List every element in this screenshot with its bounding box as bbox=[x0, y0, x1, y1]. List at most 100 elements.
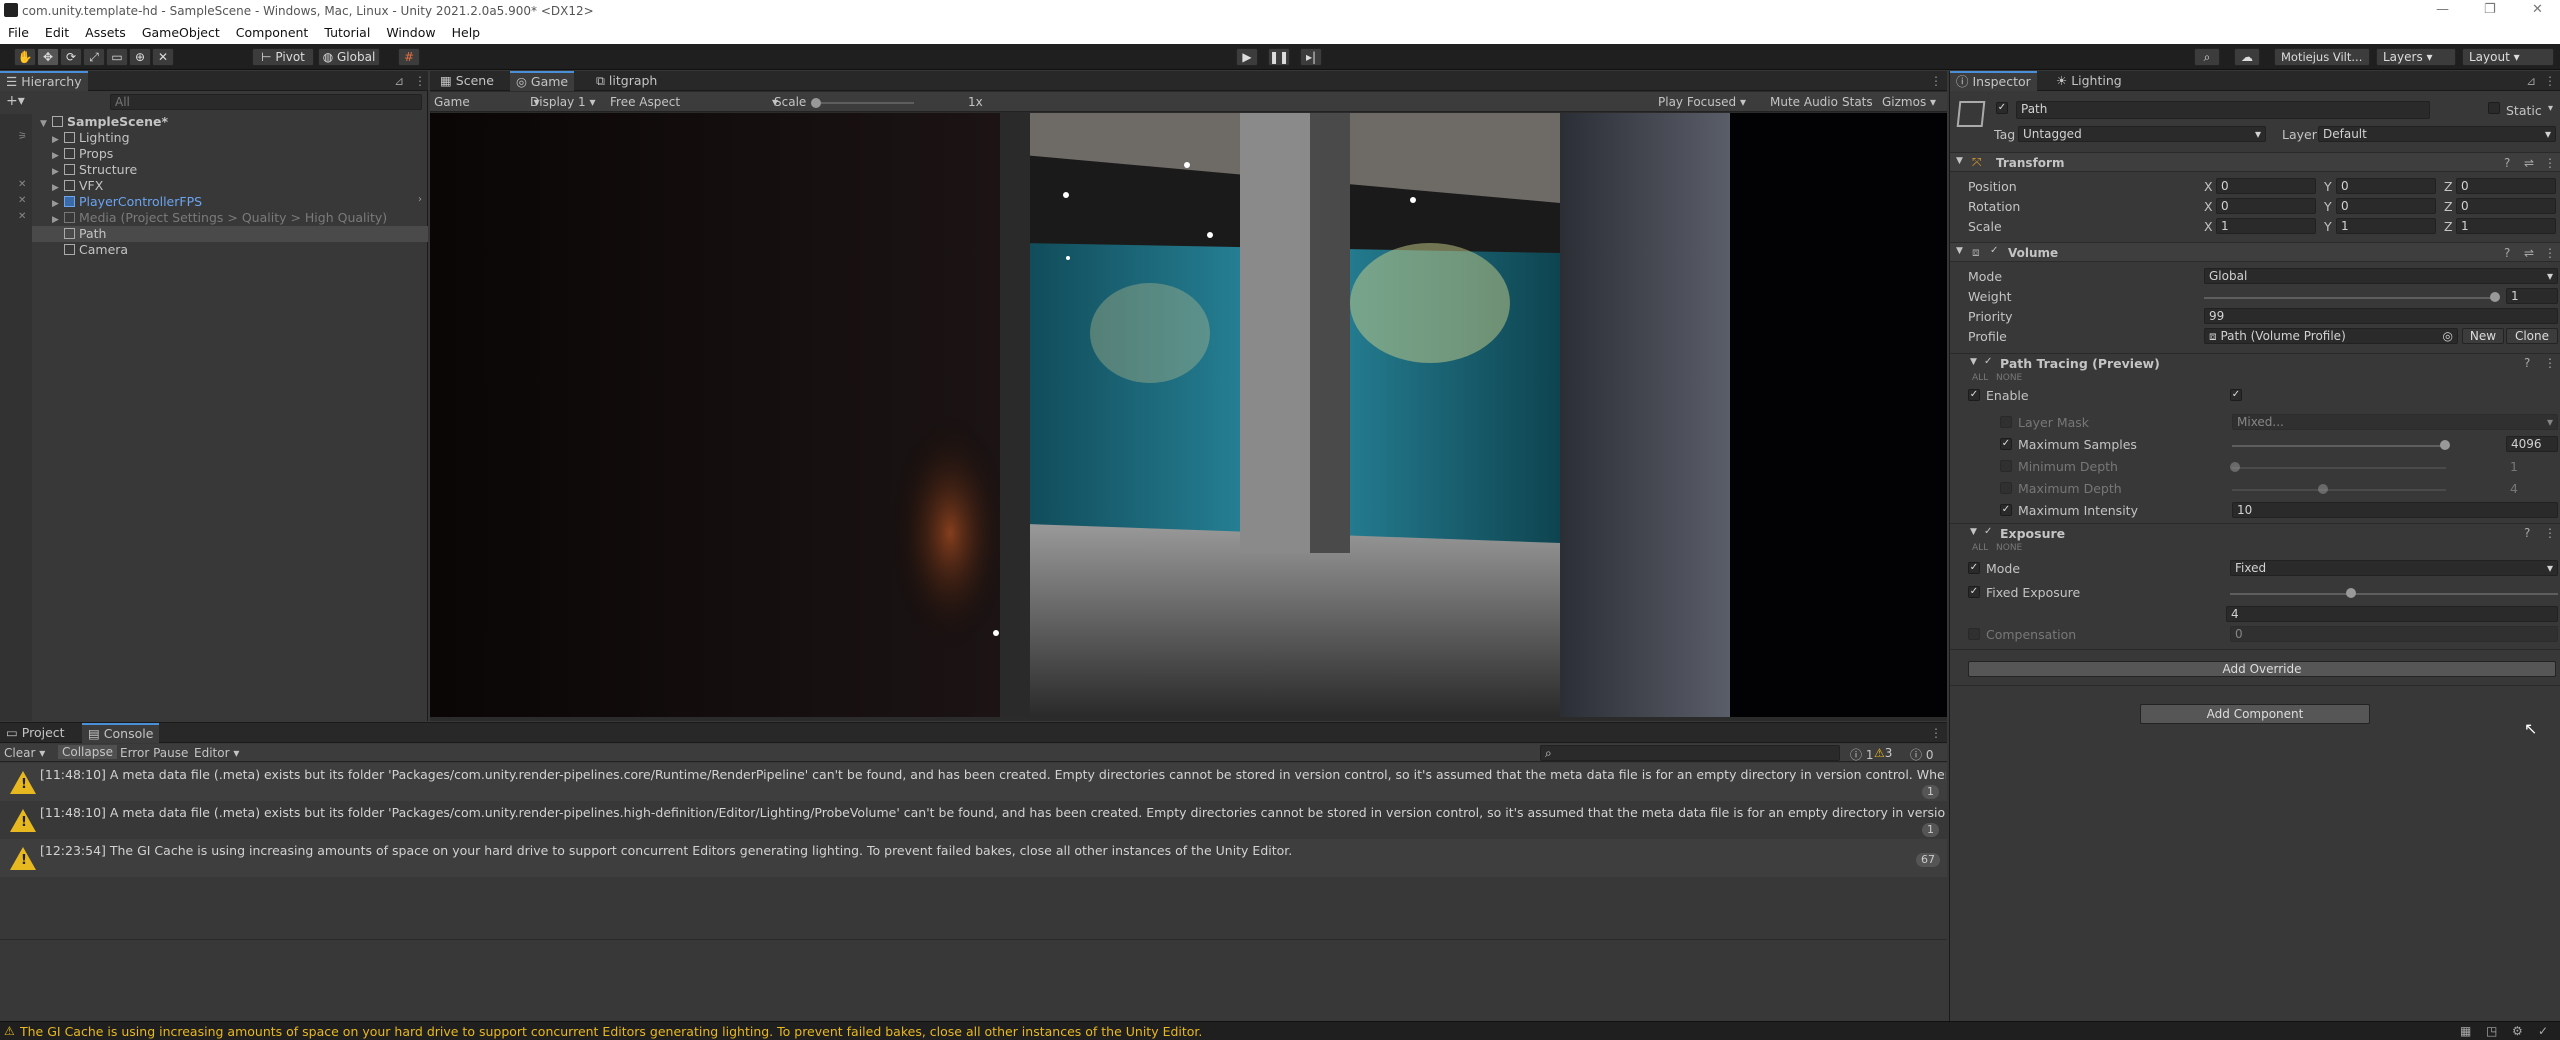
max-samples-slider-track[interactable] bbox=[2232, 445, 2446, 447]
layer-mask-override-checkbox[interactable] bbox=[2000, 416, 2012, 428]
fixed-exposure-slider-knob[interactable] bbox=[2346, 588, 2356, 598]
collapse-toggle[interactable]: Collapse bbox=[58, 745, 117, 759]
enable-checkbox[interactable]: ✓ bbox=[2230, 389, 2242, 401]
foldout-arrow-icon[interactable]: ▼ bbox=[1970, 357, 1977, 367]
maximize-icon[interactable]: ❐ bbox=[2484, 2, 2496, 17]
path-tracing-enabled-check[interactable]: ✓ bbox=[1984, 356, 1992, 367]
scale-tool-icon[interactable]: ⤢ bbox=[83, 48, 105, 66]
mute-audio-button[interactable]: Mute Audio bbox=[1770, 95, 1838, 109]
menu-help[interactable]: Help bbox=[444, 22, 489, 44]
rotate-tool-icon[interactable]: ⟳ bbox=[60, 48, 82, 66]
path-tracing-all-button[interactable]: ALL bbox=[1972, 373, 1988, 383]
kebab-menu-icon[interactable]: ⋮ bbox=[2544, 246, 2556, 260]
tab-scene[interactable]: ▦ Scene bbox=[434, 71, 500, 91]
tab-project[interactable]: ▭ Project bbox=[0, 723, 71, 743]
display-dropdown[interactable]: Display 1 ▾ bbox=[530, 95, 596, 109]
max-intensity-field[interactable]: 10 bbox=[2232, 502, 2558, 518]
exposure-all-button[interactable]: ALL bbox=[1972, 543, 1988, 553]
hierarchy-item-lighting[interactable]: ▶ Lighting bbox=[52, 130, 130, 146]
max-depth-slider-track[interactable] bbox=[2232, 489, 2446, 491]
weight-slider-knob[interactable] bbox=[2490, 292, 2500, 302]
hierarchy-search-input[interactable]: All bbox=[110, 94, 422, 110]
account-dropdown[interactable]: Motiejus Vilt... ▾ bbox=[2274, 48, 2370, 80]
fixed-exposure-field[interactable]: 4 bbox=[2226, 606, 2558, 622]
rotation-y-field[interactable]: 0 bbox=[2336, 198, 2436, 214]
hierarchy-item-structure[interactable]: ▶ Structure bbox=[52, 162, 137, 178]
help-icon[interactable]: ? bbox=[2524, 356, 2530, 370]
max-samples-slider-knob[interactable] bbox=[2440, 440, 2450, 450]
grid-snap-icon[interactable]: # bbox=[398, 48, 420, 66]
preset-icon[interactable]: ⇌ bbox=[2524, 156, 2534, 170]
tag-dropdown[interactable]: Untagged ▾ bbox=[2018, 126, 2266, 142]
max-depth-override-checkbox[interactable] bbox=[2000, 482, 2012, 494]
exposure-none-button[interactable]: NONE bbox=[1996, 543, 2022, 553]
lock-icon[interactable]: ⊿ bbox=[394, 74, 404, 88]
menu-file[interactable]: File bbox=[0, 22, 37, 44]
collab-icon[interactable]: ✓ bbox=[2538, 1024, 2548, 1038]
menu-assets[interactable]: Assets bbox=[77, 22, 134, 44]
bake-icon[interactable]: ◳ bbox=[2486, 1024, 2497, 1038]
position-y-field[interactable]: 0 bbox=[2336, 178, 2436, 194]
new-profile-button[interactable]: New bbox=[2462, 328, 2504, 344]
move-tool-icon[interactable]: ✥ bbox=[37, 48, 59, 66]
kebab-menu-icon[interactable]: ⋮ bbox=[2544, 356, 2556, 370]
add-icon[interactable]: +▾ bbox=[6, 93, 25, 109]
step-button[interactable]: ▸| bbox=[1300, 48, 1322, 66]
kebab-menu-icon[interactable]: ⋮ bbox=[1930, 726, 1942, 740]
editor-dropdown[interactable]: Editor ▾ bbox=[194, 746, 239, 760]
play-button[interactable]: ▶ bbox=[1236, 48, 1258, 66]
static-checkbox[interactable] bbox=[2488, 102, 2500, 114]
volume-header[interactable]: ▼ ⧈ ✓ Volume ? ⇌ ⋮ bbox=[1950, 242, 2560, 262]
scale-y-field[interactable]: 1 bbox=[2336, 218, 2436, 234]
tab-hierarchy[interactable]: ☰ Hierarchy bbox=[0, 71, 88, 91]
console-search-input[interactable]: ⌕ bbox=[1540, 745, 1840, 761]
weight-field[interactable]: 1 bbox=[2506, 288, 2558, 304]
play-focused-dropdown[interactable]: Play Focused ▾ bbox=[1658, 95, 1746, 109]
hierarchy-item-media[interactable]: ▶ Media (Project Settings > Quality > Hig… bbox=[52, 210, 387, 226]
tab-litgraph[interactable]: ⧉ litgraph bbox=[590, 71, 663, 91]
help-icon[interactable]: ? bbox=[2504, 246, 2510, 260]
minimize-icon[interactable]: — bbox=[2436, 2, 2449, 17]
lock-icon[interactable]: ⊿ bbox=[2526, 74, 2536, 88]
min-depth-slider-knob[interactable] bbox=[2230, 462, 2240, 472]
scale-slider-track[interactable] bbox=[814, 102, 914, 104]
exposure-enabled-check[interactable]: ✓ bbox=[1984, 526, 1992, 537]
position-x-field[interactable]: 0 bbox=[2216, 178, 2316, 194]
max-intensity-override-checkbox[interactable]: ✓ bbox=[2000, 504, 2012, 516]
exposure-mode-dropdown[interactable]: Fixed ▾ bbox=[2230, 560, 2558, 576]
aspect-dropdown[interactable]: Free Aspect ▾ bbox=[610, 95, 778, 109]
max-samples-override-checkbox[interactable]: ✓ bbox=[2000, 438, 2012, 450]
scale-x-field[interactable]: 1 bbox=[2216, 218, 2316, 234]
kebab-menu-icon[interactable]: ⋮ bbox=[1930, 74, 1942, 88]
hierarchy-item-props[interactable]: ▶ Props bbox=[52, 146, 113, 162]
debug-icon[interactable]: ⚙ bbox=[2512, 1024, 2523, 1038]
pause-button[interactable]: ❚❚ bbox=[1268, 48, 1290, 66]
transform-header[interactable]: ▼ ⤧ Transform ? ⇌ ⋮ bbox=[1950, 152, 2560, 172]
kebab-menu-icon[interactable]: ⋮ bbox=[414, 74, 426, 88]
error-count-toggle[interactable]: ⓘ 0 bbox=[1910, 746, 1933, 763]
priority-field[interactable]: 99 bbox=[2204, 308, 2558, 324]
rect-tool-icon[interactable]: ▭ bbox=[106, 48, 128, 66]
add-component-button[interactable]: Add Component bbox=[2140, 704, 2370, 724]
global-toggle[interactable]: ◍ Global bbox=[318, 48, 380, 66]
close-icon[interactable]: ✕ bbox=[2532, 2, 2543, 17]
pivot-toggle[interactable]: ⊢ Pivot bbox=[252, 48, 314, 66]
fixed-exposure-slider-track[interactable] bbox=[2230, 593, 2558, 595]
warning-count-toggle[interactable]: ⚠3 bbox=[1874, 746, 1892, 760]
menu-gameobject[interactable]: GameObject bbox=[134, 22, 228, 44]
hierarchy-item-vfx[interactable]: ▶ VFX bbox=[52, 178, 103, 194]
foldout-arrow-icon[interactable]: ▼ bbox=[1970, 527, 1977, 537]
console-row[interactable]: [12:23:54] The GI Cache is using increas… bbox=[0, 839, 1947, 877]
weight-slider-track[interactable] bbox=[2204, 297, 2496, 299]
hierarchy-item-samplescene[interactable]: ▼ SampleScene* bbox=[40, 114, 168, 130]
kebab-menu-icon[interactable]: ⋮ bbox=[2544, 156, 2556, 170]
gizmos-dropdown[interactable]: Gizmos ▾ bbox=[1882, 95, 1936, 109]
fixed-exposure-override-checkbox[interactable]: ✓ bbox=[1968, 586, 1980, 598]
hand-tool-icon[interactable]: ✋ bbox=[14, 48, 36, 66]
error-pause-toggle[interactable]: Error Pause bbox=[120, 746, 188, 760]
position-z-field[interactable]: 0 bbox=[2456, 178, 2556, 194]
game-dropdown[interactable]: Game ▾ bbox=[434, 95, 540, 109]
visibility-icon[interactable]: ⚞ bbox=[18, 131, 27, 142]
kebab-menu-icon[interactable]: ⋮ bbox=[2544, 526, 2556, 540]
layout-dropdown[interactable]: Layout ▾ bbox=[2462, 48, 2554, 66]
